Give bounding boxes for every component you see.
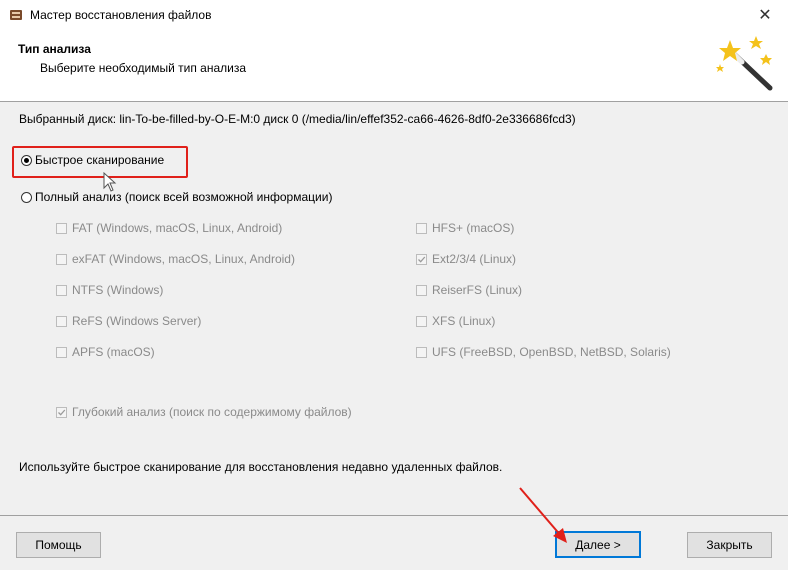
selected-disk-label: Выбранный диск: lin-To-be-filled-by-O-E-… <box>19 112 576 126</box>
checkbox[interactable] <box>56 222 67 234</box>
fs-checkbox-ntfs[interactable]: NTFS (Windows) <box>56 283 163 297</box>
fs-checkbox-ufs[interactable]: UFS (FreeBSD, OpenBSD, NetBSD, Solaris) <box>416 345 671 359</box>
footer-divider <box>0 515 788 516</box>
fs-label: HFS+ (macOS) <box>432 221 515 235</box>
fs-label: FAT (Windows, macOS, Linux, Android) <box>72 221 283 235</box>
fs-checkbox-fat[interactable]: FAT (Windows, macOS, Linux, Android) <box>56 221 282 235</box>
window-title: Мастер восстановления файлов <box>30 8 212 22</box>
checkmark-icon <box>418 256 426 263</box>
fs-label: NTFS (Windows) <box>72 283 164 297</box>
checkbox[interactable] <box>416 346 427 358</box>
app-icon <box>10 10 22 20</box>
fs-label: exFAT (Windows, macOS, Linux, Android) <box>72 252 295 266</box>
full-analysis-label: Полный анализ (поиск всей возможной инфо… <box>35 190 333 204</box>
help-button[interactable]: Помощь <box>16 532 101 558</box>
fs-label: ReiserFS (Linux) <box>432 283 523 297</box>
window-close-button[interactable]: ✕ <box>742 0 788 30</box>
fs-checkbox-ext[interactable]: Ext2/3/4 (Linux) <box>416 252 516 266</box>
checkbox[interactable] <box>56 346 67 358</box>
checkbox[interactable] <box>56 253 67 265</box>
checkbox-checked[interactable] <box>416 253 427 265</box>
fs-checkbox-exfat[interactable]: exFAT (Windows, macOS, Linux, Android) <box>56 252 295 266</box>
checkbox[interactable] <box>416 222 427 234</box>
page-subtitle: Выберите необходимый тип анализа <box>40 61 247 75</box>
page-title: Тип анализа <box>18 42 91 56</box>
fs-label: Ext2/3/4 (Linux) <box>432 252 517 266</box>
checkbox[interactable] <box>56 315 67 327</box>
fs-label: ReFS (Windows Server) <box>72 314 202 328</box>
fs-label: APFS (macOS) <box>72 345 155 359</box>
fs-label: XFS (Linux) <box>432 314 496 328</box>
checkbox[interactable] <box>56 284 67 296</box>
annotation-highlight-box <box>12 146 188 178</box>
full-analysis-radio[interactable]: Полный анализ (поиск всей возможной инфо… <box>21 190 332 204</box>
checkbox[interactable] <box>416 315 427 327</box>
fs-checkbox-hfs[interactable]: HFS+ (macOS) <box>416 221 514 235</box>
wizard-header: Тип анализа Выберите необходимый тип ана… <box>0 30 788 102</box>
title-bar: Мастер восстановления файлов ✕ <box>0 0 788 30</box>
hint-text: Используйте быстрое сканирование для вос… <box>19 460 503 474</box>
deep-analysis-checkbox[interactable]: Глубокий анализ (поиск по содержимому фа… <box>56 405 352 419</box>
mouse-cursor-icon <box>103 172 117 192</box>
deep-analysis-label: Глубокий анализ (поиск по содержимому фа… <box>72 405 352 419</box>
fs-checkbox-xfs[interactable]: XFS (Linux) <box>416 314 495 328</box>
checkbox-checked[interactable] <box>56 406 67 418</box>
radio-button[interactable] <box>21 191 32 203</box>
fs-checkbox-reiserfs[interactable]: ReiserFS (Linux) <box>416 283 522 297</box>
magic-wand-icon <box>716 36 773 91</box>
fs-checkbox-apfs[interactable]: APFS (macOS) <box>56 345 155 359</box>
checkbox[interactable] <box>416 284 427 296</box>
fs-label: UFS (FreeBSD, OpenBSD, NetBSD, Solaris) <box>432 345 671 359</box>
next-button[interactable]: Далее > <box>555 531 641 558</box>
close-icon: ✕ <box>758 7 772 24</box>
fs-checkbox-refs[interactable]: ReFS (Windows Server) <box>56 314 201 328</box>
checkmark-icon <box>58 409 66 416</box>
close-button[interactable]: Закрыть <box>687 532 772 558</box>
